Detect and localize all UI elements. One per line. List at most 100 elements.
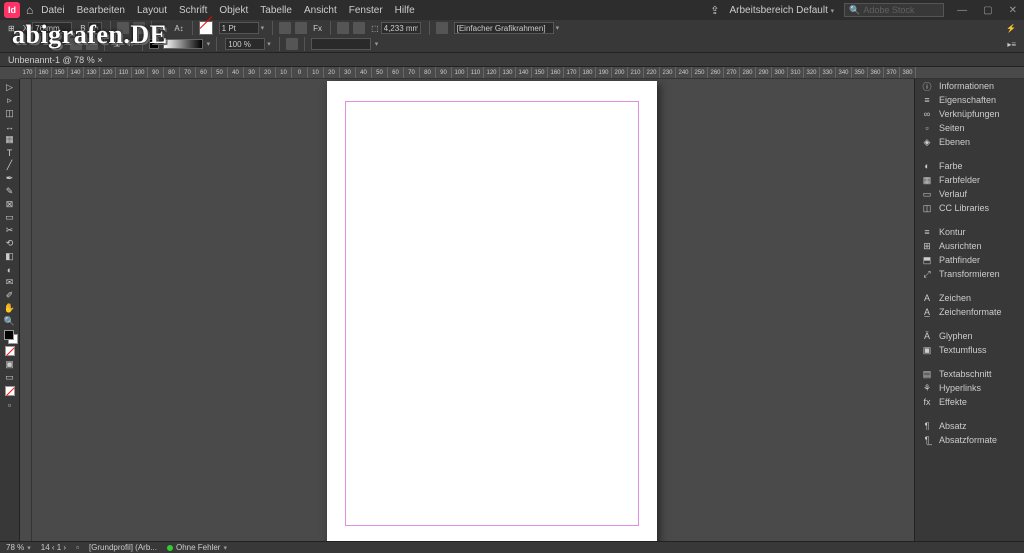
fit-frame-icon[interactable] [279,22,291,34]
preflight-status[interactable]: Ohne Fehler ▾ [167,543,227,552]
rectangle-tool[interactable]: ▭ [1,211,19,224]
stroke-swatch[interactable] [149,39,159,49]
menu-schrift[interactable]: Schrift [179,5,207,16]
menu-tabelle[interactable]: Tabelle [260,5,292,16]
vertical-ruler[interactable] [20,79,32,546]
panel-eigenschaften[interactable]: ≡Eigenschaften [915,93,1024,107]
flip-h-icon[interactable]: ⇋ [158,24,169,33]
fill-swatch[interactable] [199,21,213,35]
menu-ansicht[interactable]: Ansicht [304,5,337,16]
panel-transformieren[interactable]: ⤢Transformieren [915,267,1024,281]
text-wrap-icon[interactable] [337,22,349,34]
scale-icon[interactable] [117,22,129,34]
pencil-tool[interactable]: ✎ [1,185,19,198]
format-container-icon[interactable]: ▣ [1,358,19,371]
effects-icon[interactable] [286,38,298,50]
rectangle-frame-tool[interactable]: ⊠ [1,198,19,211]
width-input[interactable] [88,22,102,34]
panel-farbe[interactable]: ◐Farbe [915,159,1024,173]
panel-zeichenformate[interactable]: A̲Zeichenformate [915,305,1024,319]
preflight-profile[interactable]: [Grundprofil] (Arb... [89,543,157,552]
document-page[interactable] [327,81,657,546]
panel-farbfelder[interactable]: ▦Farbfelder [915,173,1024,187]
menu-fenster[interactable]: Fenster [349,5,383,16]
panel-seiten[interactable]: ▫Seiten [915,121,1024,135]
align-icon[interactable]: A↕ [172,24,185,33]
menu-datei[interactable]: Datei [41,5,64,16]
panel-verknüpfungen[interactable]: ∞Verknüpfungen [915,107,1024,121]
menu-hilfe[interactable]: Hilfe [395,5,415,16]
panel-zeichen[interactable]: AZeichen [915,291,1024,305]
view-mode-icon[interactable]: ▫ [1,398,19,411]
type-tool[interactable]: T [1,146,19,159]
panel-glyphen[interactable]: ÄGlyphen [915,329,1024,343]
gap-tool[interactable]: ↔ [1,120,19,133]
hand-tool[interactable]: ✋ [1,302,19,315]
rotate-icon[interactable] [133,22,145,34]
panel-effekte[interactable]: fxEffekte [915,395,1024,409]
panel-cc libraries[interactable]: ◫CC Libraries [915,201,1024,215]
reference-point[interactable]: ⊞ [6,24,17,33]
gradient-swatch-tool[interactable]: ◧ [1,250,19,263]
note-tool[interactable]: ✉ [1,276,19,289]
line-tool[interactable]: ╱ [1,159,19,172]
panel-hyperlinks[interactable]: ⚘Hyperlinks [915,381,1024,395]
panel-informationen[interactable]: ⓘInformationen [915,79,1024,93]
home-icon[interactable]: ⌂ [26,3,33,17]
page-tool[interactable]: ◫ [1,107,19,120]
stroke-weight-input[interactable]: ▾ [217,22,267,34]
text-wrap-bounding-icon[interactable] [353,22,365,34]
panel-kontur[interactable]: ≡Kontur [915,225,1024,239]
x-position-input[interactable] [32,22,72,34]
free-transform-tool[interactable]: ⟲ [1,237,19,250]
panel-verlauf[interactable]: ▭Verlauf [915,187,1024,201]
maximize-button[interactable]: ▢ [980,5,995,16]
horizontal-ruler[interactable]: 1701601501401301201101009080706050403020… [20,67,1024,79]
search-input[interactable]: 🔍 Adobe Stock [844,3,944,17]
icon-b[interactable] [86,38,98,50]
menu-layout[interactable]: Layout [137,5,167,16]
panel-ebenen[interactable]: ◈Ebenen [915,135,1024,149]
opacity-input[interactable]: ▾ [223,38,273,50]
pen-tool[interactable]: ✒ [1,172,19,185]
panel-pathfinder[interactable]: ⬒Pathfinder [915,253,1024,267]
fill-stroke-swatch[interactable] [4,330,16,342]
gradient-swatch[interactable] [163,39,203,49]
menu-objekt[interactable]: Objekt [219,5,248,16]
apply-none-swatch[interactable] [5,346,15,356]
panel-ausrichten[interactable]: ⊞Ausrichten [915,239,1024,253]
menu-bearbeiten[interactable]: Bearbeiten [77,5,125,16]
canvas[interactable] [20,79,914,546]
corner-options-icon[interactable] [436,22,448,34]
gap-input[interactable]: ⬚ [369,22,423,34]
workspace-switcher[interactable]: Arbeitsbereich Default ▾ [729,5,834,16]
icon-a[interactable] [70,38,82,50]
flash-icon[interactable]: ⚡ [1004,24,1018,33]
close-button[interactable]: ✕ [1006,5,1020,16]
frame-style-select[interactable]: ▾ [452,22,562,34]
zoom-level[interactable]: 78 % ▾ [6,543,31,552]
fit-content-icon[interactable] [295,22,307,34]
content-collector-tool[interactable]: ▦ [1,133,19,146]
default-colors-icon[interactable] [5,386,15,396]
style-input[interactable] [311,38,371,50]
panel-absatzformate[interactable]: ¶̲Absatzformate [915,433,1024,447]
shear-icon[interactable]: ⇲ [111,40,122,49]
auto-fit-icon[interactable]: Fx [311,24,324,33]
panel-menu-icon[interactable]: ▸≡ [1005,40,1018,49]
page-navigator[interactable]: 14 ‹ 1 › [41,543,66,552]
zoom-tool[interactable]: 🔍 [1,315,19,328]
minimize-button[interactable]: — [954,5,970,16]
direct-selection-tool[interactable]: ▹ [1,94,19,107]
selection-tool[interactable]: ▷ [1,81,19,94]
scissors-tool[interactable]: ✂ [1,224,19,237]
gradient-feather-tool[interactable]: ◐ [1,263,19,276]
panel-textumfluss[interactable]: ▣Textumfluss [915,343,1024,357]
open-docs-icon[interactable]: ▫ [76,543,79,552]
eyedropper-tool[interactable]: ✐ [1,289,19,302]
document-tab[interactable]: Unbenannt-1 @ 78 % × [0,53,1024,67]
panel-absatz[interactable]: ¶Absatz [915,419,1024,433]
screen-mode-icon[interactable]: ▭ [1,371,19,384]
share-icon[interactable]: ⇪ [710,4,719,17]
flip-v-icon[interactable]: ⥯ [126,39,136,49]
